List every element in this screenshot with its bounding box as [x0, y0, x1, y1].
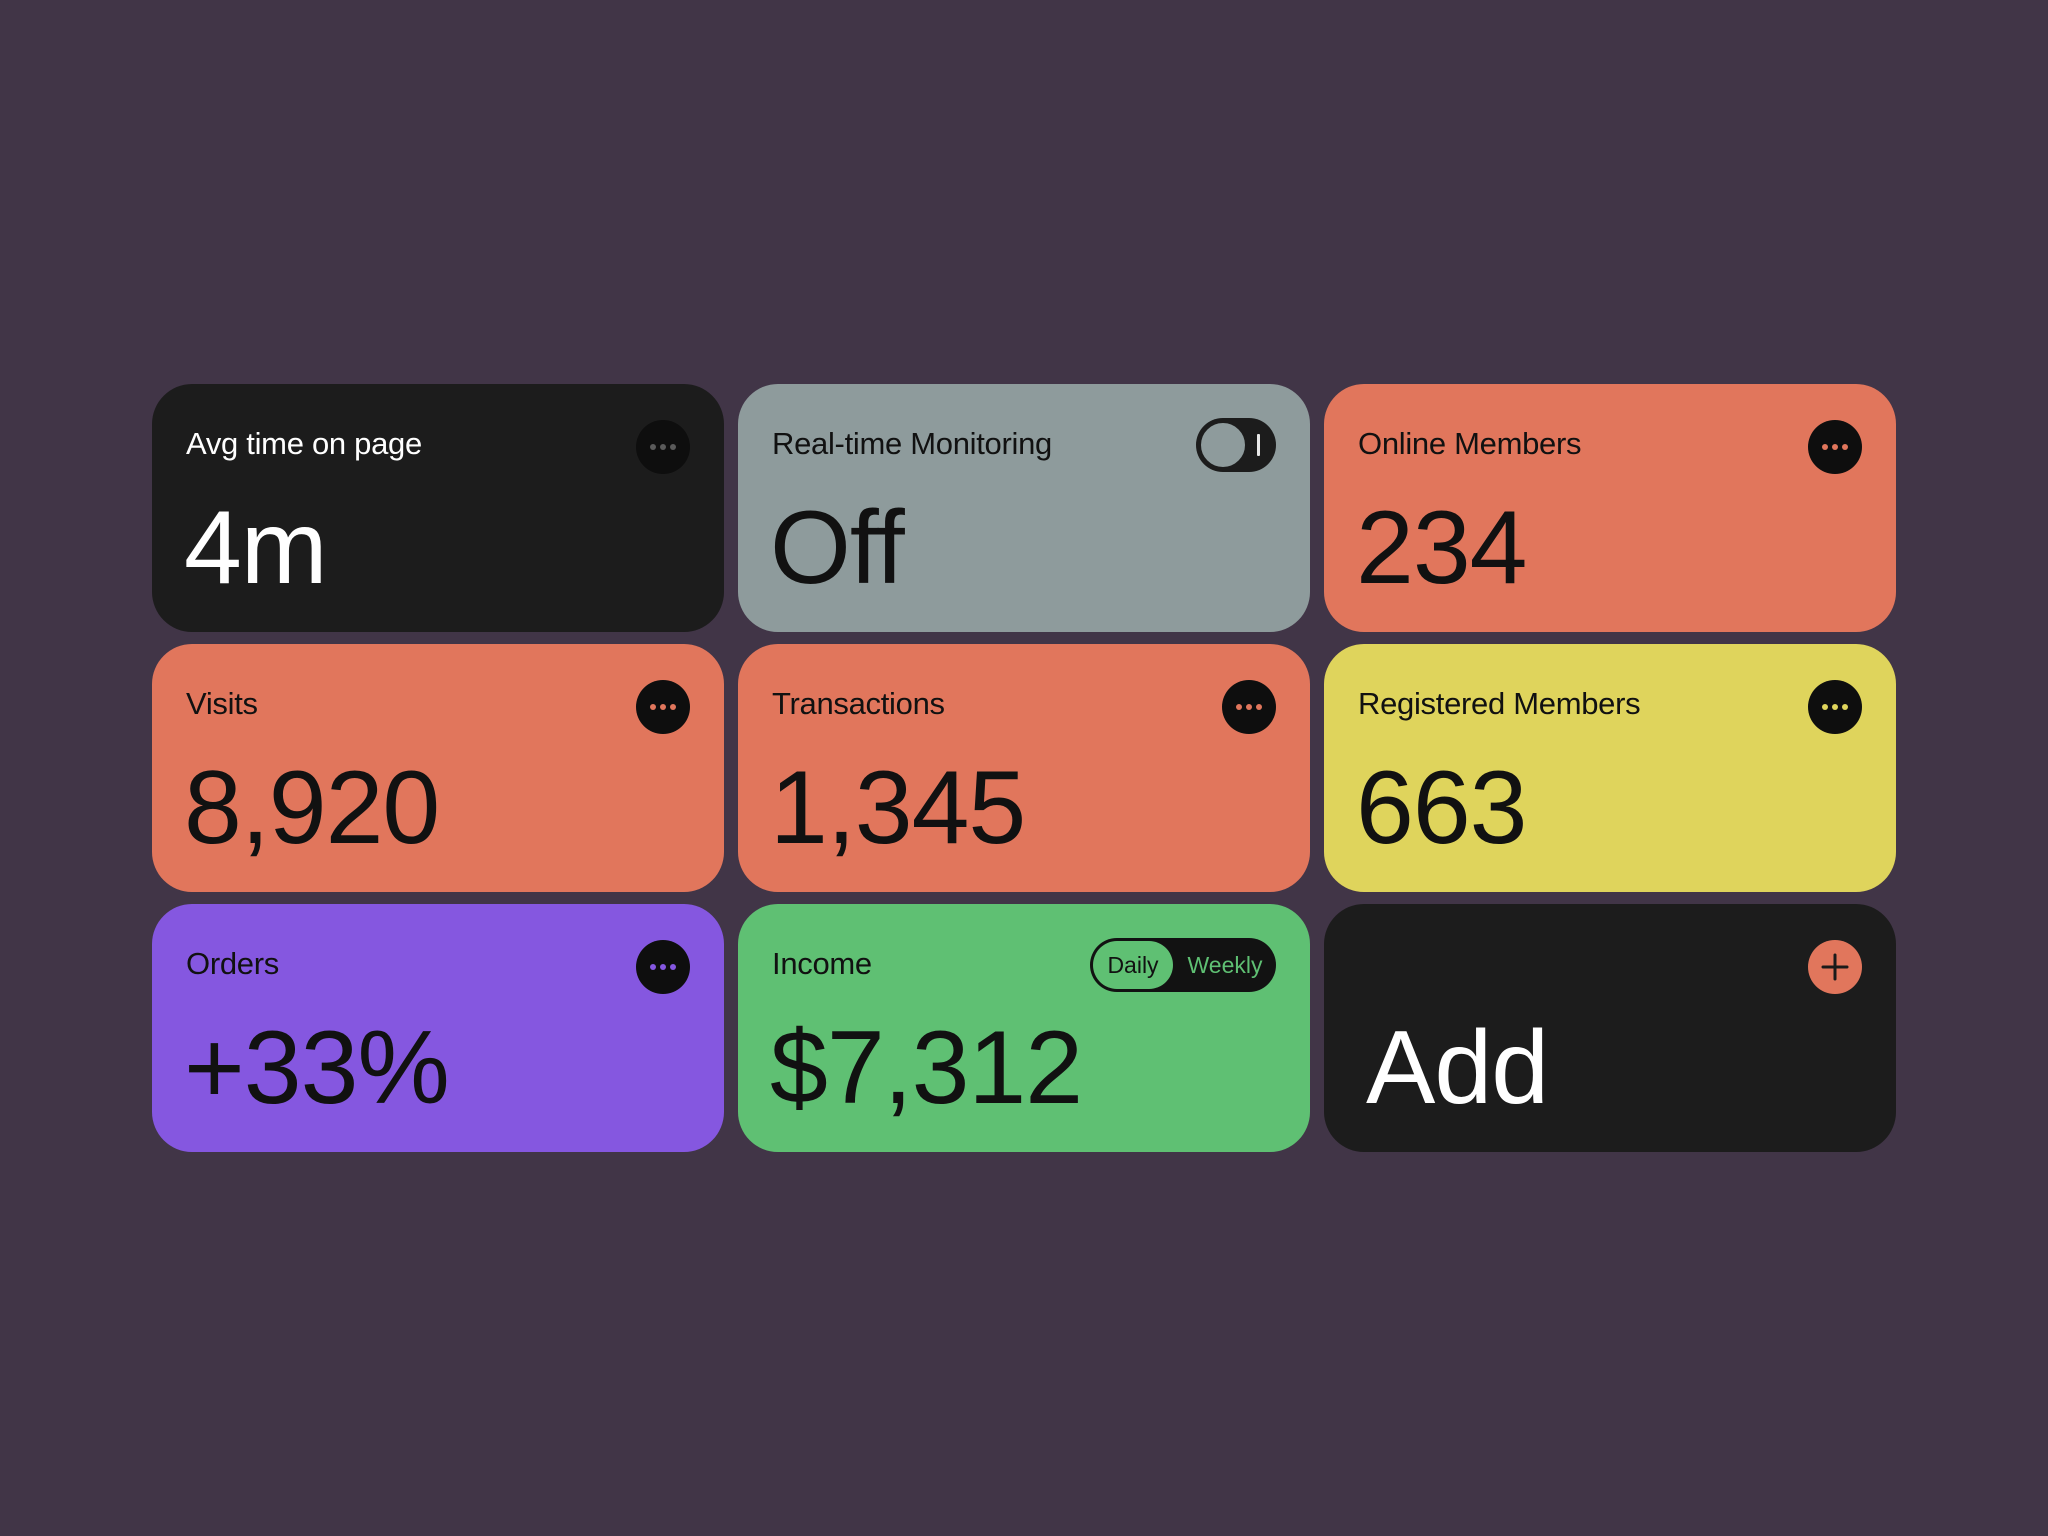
card-title: Registered Members	[1358, 686, 1641, 721]
more-icon-dot	[660, 444, 666, 450]
more-options-button[interactable]	[636, 420, 690, 474]
more-icon	[650, 444, 656, 450]
widget-grid: Avg time on page 4m Real-time Monitoring…	[152, 384, 1896, 1152]
card-value: 234	[1356, 490, 1528, 606]
card-registered-members[interactable]: Registered Members 663	[1324, 644, 1896, 892]
card-value: 4m	[184, 490, 327, 606]
card-value: Off	[770, 490, 905, 606]
more-icon-dot	[660, 964, 666, 970]
card-value: Add	[1366, 1010, 1549, 1126]
card-title: Visits	[186, 686, 258, 721]
more-icon	[650, 704, 656, 710]
card-value: 8,920	[184, 750, 440, 866]
card-value: +33%	[184, 1010, 450, 1126]
card-income[interactable]: Income Daily Weekly $7,312	[738, 904, 1310, 1152]
more-icon-dot	[670, 704, 676, 710]
toggle-knob	[1199, 421, 1247, 469]
more-options-button[interactable]	[1222, 680, 1276, 734]
add-button[interactable]	[1808, 940, 1862, 994]
more-icon-dot	[1842, 704, 1848, 710]
more-icon-dot	[1842, 444, 1848, 450]
card-orders[interactable]: Orders +33%	[152, 904, 724, 1152]
card-real-time-monitoring[interactable]: Real-time Monitoring Off	[738, 384, 1310, 632]
more-icon-dot	[660, 704, 666, 710]
more-icon	[1822, 444, 1828, 450]
card-visits[interactable]: Visits 8,920	[152, 644, 724, 892]
more-icon-dot	[1246, 704, 1252, 710]
card-avg-time-on-page[interactable]: Avg time on page 4m	[152, 384, 724, 632]
card-title: Transactions	[772, 686, 945, 721]
more-icon-dot	[1832, 444, 1838, 450]
more-options-button[interactable]	[1808, 420, 1862, 474]
period-segmented-control[interactable]: Daily Weekly	[1090, 938, 1276, 992]
card-add-widget[interactable]: Add	[1324, 904, 1896, 1152]
card-value: 663	[1356, 750, 1528, 866]
card-title: Income	[772, 946, 872, 981]
more-icon-dot	[1256, 704, 1262, 710]
segment-daily[interactable]: Daily	[1093, 941, 1173, 989]
more-icon-dot	[670, 444, 676, 450]
more-icon	[1236, 704, 1242, 710]
card-title: Online Members	[1358, 426, 1582, 461]
more-icon	[1822, 704, 1828, 710]
more-options-button[interactable]	[1808, 680, 1862, 734]
card-online-members[interactable]: Online Members 234	[1324, 384, 1896, 632]
card-title: Orders	[186, 946, 279, 981]
toggle-on-mark-icon	[1257, 434, 1260, 456]
monitoring-toggle[interactable]	[1196, 418, 1276, 472]
more-options-button[interactable]	[636, 940, 690, 994]
more-icon	[650, 964, 656, 970]
card-value: $7,312	[770, 1010, 1083, 1126]
more-options-button[interactable]	[636, 680, 690, 734]
plus-icon	[1821, 953, 1849, 981]
card-title: Real-time Monitoring	[772, 426, 1052, 461]
more-icon-dot	[670, 964, 676, 970]
segment-weekly[interactable]: Weekly	[1178, 941, 1272, 989]
card-title: Avg time on page	[186, 426, 422, 461]
card-value: 1,345	[770, 750, 1026, 866]
card-transactions[interactable]: Transactions 1,345	[738, 644, 1310, 892]
more-icon-dot	[1832, 704, 1838, 710]
